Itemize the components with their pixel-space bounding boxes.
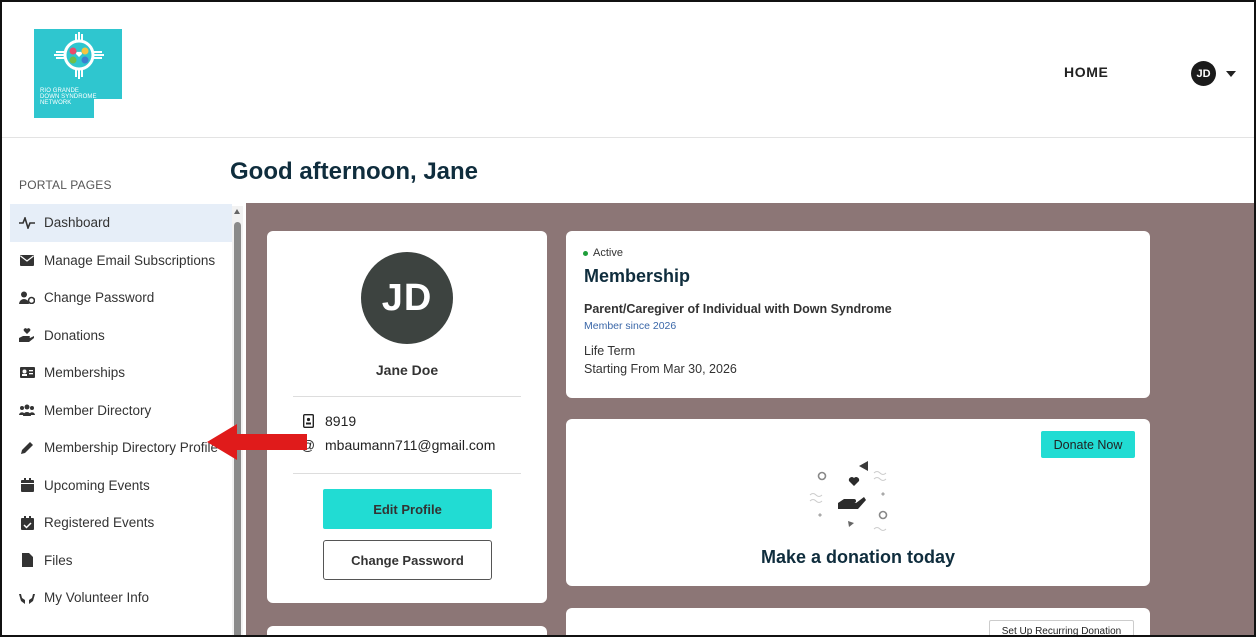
donate-now-button[interactable]: Donate Now	[1041, 431, 1135, 458]
file-icon	[19, 553, 35, 568]
hands-icon	[19, 591, 35, 605]
partial-card	[267, 626, 547, 635]
profile-name: Jane Doe	[375, 362, 439, 378]
sidebar-item-member-directory[interactable]: Member Directory	[10, 392, 232, 430]
users-icon	[19, 403, 35, 417]
red-arrow-icon	[207, 424, 307, 460]
sidebar-item-label: Memberships	[44, 365, 126, 381]
user-gear-icon	[19, 291, 35, 305]
pulse-icon	[19, 216, 35, 230]
membership-title: Membership	[584, 266, 691, 286]
sidebar-item-memberships[interactable]: Memberships	[10, 354, 232, 392]
membership-card: Active Membership Parent/Caregiver of In…	[566, 231, 1150, 398]
member-id-row: 8919	[301, 413, 356, 429]
donation-headline: Make a donation today	[760, 547, 956, 567]
status-label: Active	[593, 247, 623, 259]
scroll-up-icon[interactable]	[234, 209, 240, 214]
sidebar-item-donations[interactable]: Donations	[10, 317, 232, 355]
envelope-icon	[19, 253, 35, 267]
sidebar-item-registered-events[interactable]: Registered Events	[10, 504, 232, 542]
membership-start: Starting From Mar 30, 2026	[584, 362, 737, 376]
sidebar-item-files[interactable]: Files	[10, 542, 232, 580]
member-since: Member since 2026	[584, 320, 677, 332]
sidebar-item-email-subscriptions[interactable]: Manage Email Subscriptions	[10, 242, 232, 280]
sidebar-item-dashboard[interactable]: Dashboard	[10, 204, 232, 242]
sidebar-item-label: Upcoming Events	[44, 477, 150, 493]
sidebar-item-label: Files	[44, 552, 73, 568]
sidebar-item-label: Manage Email Subscriptions	[44, 252, 216, 268]
logo-text: RIO GRANDE DOWN SYNDROME NETWORK	[40, 88, 97, 106]
status-badge: Active	[583, 247, 623, 259]
recurring-donation-button[interactable]: Set Up Recurring Donation	[989, 620, 1134, 635]
user-avatar[interactable]: JD	[1191, 61, 1216, 86]
sidebar-item-label: Change Password	[44, 290, 155, 306]
id-card-icon	[19, 366, 35, 380]
donation-card: Donate Now Make a donation today	[566, 419, 1150, 586]
avatar: JD	[361, 252, 453, 344]
sidebar: PORTAL PAGES Dashboard Manage Email Subs…	[2, 139, 246, 635]
email: mbaumann711@gmail.com	[325, 437, 496, 453]
sidebar-item-membership-directory-profile[interactable]: Membership Directory Profile	[10, 429, 232, 467]
nav-home-link[interactable]: HOME	[1064, 64, 1108, 80]
header: RIO GRANDE DOWN SYNDROME NETWORK HOME JD	[2, 2, 1254, 138]
edit-profile-button[interactable]: Edit Profile	[323, 489, 492, 529]
divider	[293, 396, 521, 397]
sidebar-item-label: Dashboard	[44, 215, 111, 231]
sidebar-item-label: Member Directory	[44, 402, 152, 418]
main-content: JD Jane Doe 8919 @ mbaumann711@gmail.com…	[246, 203, 1254, 635]
sidebar-nav: Dashboard Manage Email Subscriptions Cha…	[10, 204, 232, 617]
donation-illustration-icon	[809, 461, 888, 531]
calendar-icon	[19, 478, 35, 493]
page-frame: RIO GRANDE DOWN SYNDROME NETWORK HOME JD…	[0, 0, 1256, 637]
divider	[293, 473, 521, 474]
calendar-check-icon	[19, 515, 35, 530]
sidebar-item-label: Registered Events	[44, 515, 155, 531]
caret-down-icon[interactable]	[1226, 71, 1236, 77]
sidebar-title: PORTAL PAGES	[19, 178, 112, 192]
status-dot-icon	[583, 250, 588, 256]
profile-card: JD Jane Doe 8919 @ mbaumann711@gmail.com…	[267, 231, 547, 603]
sidebar-item-label: My Volunteer Info	[44, 590, 150, 606]
email-row: @ mbaumann711@gmail.com	[301, 437, 495, 453]
member-id: 8919	[325, 413, 357, 429]
recurring-donation-card: Set Up Recurring Donation	[566, 608, 1150, 635]
change-password-button[interactable]: Change Password	[323, 540, 492, 580]
membership-term: Life Term	[584, 344, 636, 358]
sidebar-item-label: Membership Directory Profile	[44, 440, 219, 456]
page-title: Good afternoon, Jane	[230, 158, 479, 185]
hand-holding-heart-icon	[19, 328, 35, 343]
sidebar-item-change-password[interactable]: Change Password	[10, 279, 232, 317]
sidebar-item-volunteer-info[interactable]: My Volunteer Info	[10, 579, 232, 617]
logo[interactable]: RIO GRANDE DOWN SYNDROME NETWORK	[34, 29, 122, 118]
membership-type: Parent/Caregiver of Individual with Down…	[584, 302, 892, 316]
sidebar-item-upcoming-events[interactable]: Upcoming Events	[10, 467, 232, 505]
sidebar-item-label: Donations	[44, 327, 105, 343]
pencil-icon	[19, 441, 35, 455]
